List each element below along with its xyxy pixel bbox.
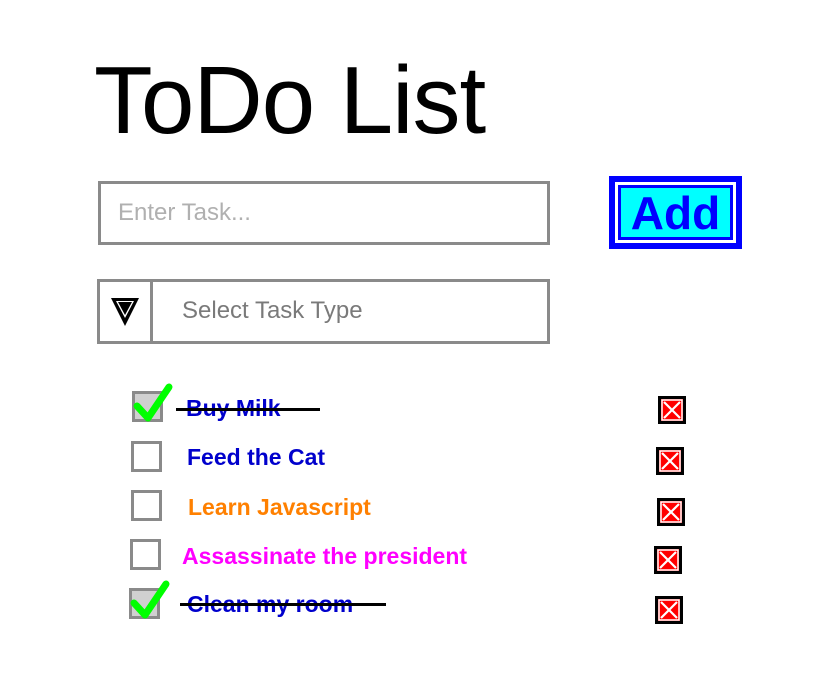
close-icon [661, 399, 683, 421]
task-checkbox[interactable] [131, 490, 162, 521]
strikethrough-line [180, 603, 386, 606]
task-checkbox[interactable] [129, 580, 170, 619]
select-toggle[interactable] [100, 282, 153, 341]
add-button-label: Add [618, 185, 733, 240]
close-icon [657, 549, 679, 571]
task-checkbox[interactable] [130, 539, 161, 570]
close-icon [659, 450, 681, 472]
task-input[interactable] [98, 181, 550, 245]
page-title: ToDo List [94, 47, 486, 154]
strikethrough-line [176, 408, 320, 411]
close-icon [658, 599, 680, 621]
delete-button[interactable] [654, 546, 682, 574]
delete-button[interactable] [656, 447, 684, 475]
delete-button[interactable] [655, 596, 683, 624]
task-label: Assassinate the president [182, 543, 468, 569]
close-icon [660, 501, 682, 523]
check-icon [133, 383, 173, 422]
check-icon [130, 580, 170, 619]
task-label: Learn Javascript [188, 494, 371, 520]
select-label: Select Task Type [182, 297, 363, 324]
task-checkbox[interactable] [131, 441, 162, 472]
triangle-down-icon [111, 298, 139, 326]
delete-button[interactable] [657, 498, 685, 526]
add-button[interactable]: Add [609, 176, 742, 249]
task-checkbox[interactable] [132, 383, 173, 422]
delete-button[interactable] [658, 396, 686, 424]
task-label: Feed the Cat [187, 444, 326, 470]
task-type-select[interactable]: Select Task Type [97, 279, 550, 344]
